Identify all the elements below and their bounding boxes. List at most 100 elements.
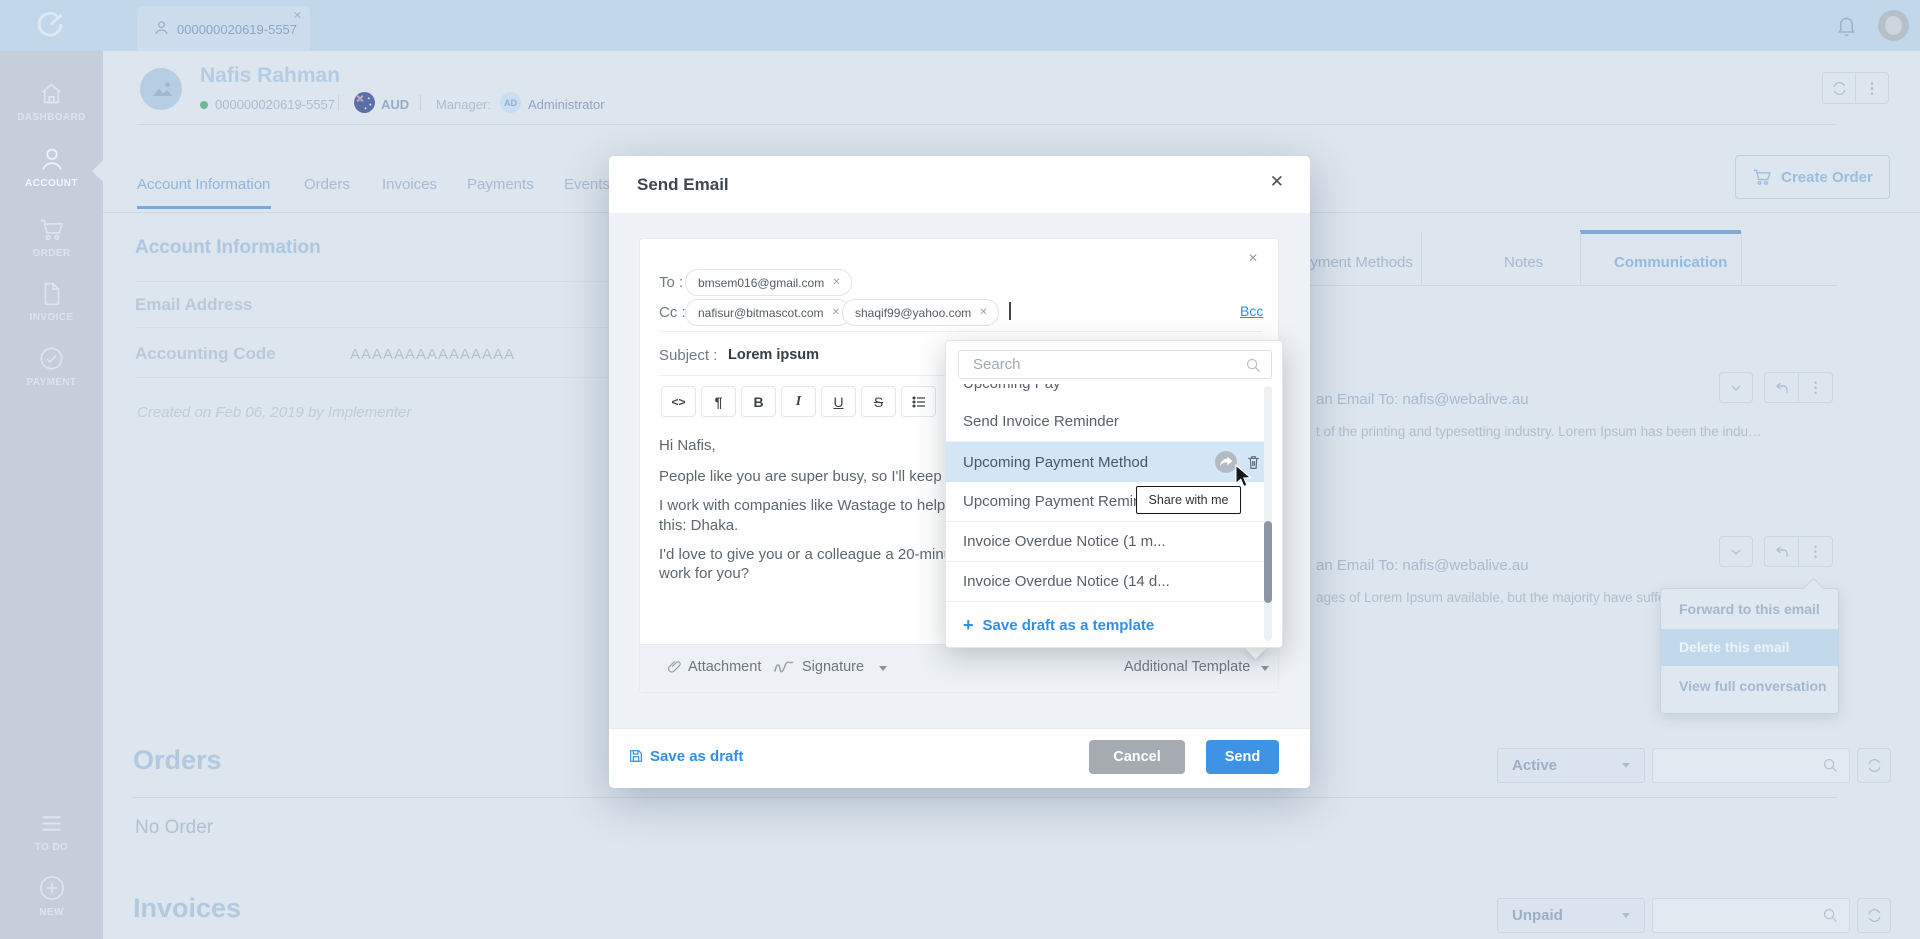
more-options-button[interactable]: ⋮: [1855, 72, 1889, 104]
body-line: this: Dhaka.: [659, 517, 738, 534]
search-icon: [1822, 757, 1839, 774]
attachment-button[interactable]: Attachment: [688, 659, 761, 675]
sidebar-item-new[interactable]: NEW: [0, 874, 103, 918]
compose-footer-bar: Attachment Signature Additional Template: [640, 644, 1278, 692]
reply-email-button[interactable]: [1764, 536, 1799, 567]
italic-button[interactable]: I: [781, 386, 816, 417]
accounting-code-label: Accounting Code: [135, 344, 276, 364]
menu-item-view-conversation[interactable]: View full conversation: [1661, 666, 1838, 706]
document-icon: [0, 281, 103, 307]
app-logo-icon[interactable]: [34, 8, 68, 42]
chevron-down-icon: [1622, 913, 1630, 918]
tab-close-icon[interactable]: ✕: [293, 9, 302, 22]
plus-icon: +: [963, 615, 974, 636]
signature-button[interactable]: Signature: [802, 659, 864, 675]
sidebar-item-label: INVOICE: [0, 312, 103, 323]
create-order-button[interactable]: Create Order: [1735, 155, 1890, 199]
active-right-tab-bar: [1580, 230, 1741, 234]
customer-avatar: [140, 68, 182, 110]
customer-name: Nafis Rahman: [200, 64, 340, 88]
bcc-link[interactable]: Bcc: [1240, 303, 1263, 319]
bold-button[interactable]: B: [741, 386, 776, 417]
email-item-title: an Email To: nafis@webalive.au: [1316, 391, 1529, 408]
email-body-editor[interactable]: Hi Nafis, People like you are super busy…: [640, 424, 976, 639]
sidebar-item-label: ORDER: [0, 248, 103, 259]
tab-events[interactable]: Events: [564, 176, 610, 193]
expand-email-button[interactable]: [1719, 372, 1753, 403]
code-view-button[interactable]: <>: [661, 386, 696, 417]
remove-recipient-icon[interactable]: ✕: [832, 307, 840, 318]
manager-label: Manager:: [436, 97, 491, 112]
paragraph-button[interactable]: ¶: [701, 386, 736, 417]
sidebar-item-dashboard[interactable]: DASHBOARD: [0, 80, 103, 123]
invoices-status-select[interactable]: Unpaid: [1497, 898, 1645, 933]
refresh-button[interactable]: [1822, 72, 1856, 104]
list-button[interactable]: [901, 386, 936, 417]
additional-template-button[interactable]: Additional Template: [1124, 659, 1250, 675]
expand-email-button[interactable]: [1719, 536, 1753, 567]
manager-badge: AD: [500, 92, 521, 113]
close-icon[interactable]: ✕: [1270, 172, 1284, 192]
email-context-menu: Forward to this email Delete this email …: [1660, 588, 1839, 714]
send-button[interactable]: Send: [1206, 740, 1279, 774]
chevron-down-icon: [1622, 763, 1630, 768]
sidebar-item-order[interactable]: ORDER: [0, 216, 103, 259]
sidebar-item-todo[interactable]: TO DO: [0, 810, 103, 853]
email-more-options-button[interactable]: ⋮: [1798, 372, 1833, 403]
recipient-chip: bmsem016@gmail.com ✕: [685, 269, 852, 296]
template-search-input[interactable]: [959, 351, 1271, 378]
template-item[interactable]: Invoice Overdue Notice (1 m...: [946, 522, 1264, 562]
sidebar-item-account[interactable]: ACCOUNT: [0, 145, 103, 189]
orders-status-select[interactable]: Active: [1497, 748, 1645, 783]
menu-item-delete[interactable]: Delete this email: [1661, 629, 1838, 666]
body-line: work for you?: [659, 565, 749, 582]
orders-refresh-button[interactable]: [1857, 748, 1891, 783]
chevron-down-icon: [1261, 666, 1269, 671]
recipient-email: bmsem016@gmail.com: [698, 276, 824, 290]
underline-button[interactable]: U: [821, 386, 856, 417]
template-item[interactable]: Send Invoice Reminder: [946, 402, 1264, 442]
dropdown-scrollbar-thumb[interactable]: [1264, 521, 1272, 603]
signature-icon: [773, 659, 795, 675]
created-note: Created on Feb 06, 2019 by Implementer: [137, 404, 411, 421]
sidebar-nav: DASHBOARD ACCOUNT ORDER INVOICE: [0, 51, 103, 939]
tab-invoices[interactable]: Invoices: [382, 176, 437, 193]
notifications-bell-icon[interactable]: [1835, 14, 1858, 38]
save-draft-as-template-action[interactable]: + Save draft as a template: [946, 604, 1264, 647]
divider: [659, 331, 1262, 332]
tab-payment-methods[interactable]: Payment Methods: [1292, 254, 1413, 271]
cc-chip: nafisur@bitmascot.com ✕: [685, 299, 851, 326]
home-icon: [0, 80, 103, 107]
email-more-options-button[interactable]: ⋮: [1798, 536, 1833, 567]
account-tab[interactable]: 000000020619-5557 ✕: [137, 6, 310, 51]
invoices-search-input[interactable]: [1652, 898, 1850, 933]
orders-search-input[interactable]: [1652, 748, 1850, 783]
tab-payments[interactable]: Payments: [467, 176, 534, 193]
divider: [1421, 232, 1422, 285]
sidebar-item-invoice[interactable]: INVOICE: [0, 281, 103, 323]
user-avatar[interactable]: [1878, 10, 1909, 41]
template-item[interactable]: Invoice Overdue Notice (14 d...: [946, 562, 1264, 602]
currency-code: AUD: [381, 97, 409, 112]
sidebar-item-payment[interactable]: PAYMENT: [0, 345, 103, 388]
remove-recipient-icon[interactable]: ✕: [832, 277, 840, 288]
sidebar-item-label: TO DO: [0, 842, 103, 853]
tab-orders[interactable]: Orders: [304, 176, 350, 193]
subject-value[interactable]: Lorem ipsum: [728, 347, 819, 363]
cancel-button[interactable]: Cancel: [1089, 740, 1185, 774]
tab-notes[interactable]: Notes: [1504, 254, 1543, 271]
divider: [1580, 232, 1581, 285]
template-item-clipped[interactable]: Upcoming Pay: [946, 384, 1264, 395]
aud-flag-icon: [354, 92, 375, 113]
save-as-draft-link[interactable]: Save as draft: [650, 748, 743, 765]
body-line: Hi Nafis,: [659, 437, 716, 454]
remove-recipient-icon[interactable]: ✕: [979, 307, 987, 318]
tab-account-information[interactable]: Account Information: [137, 176, 270, 193]
strikethrough-button[interactable]: S: [861, 386, 896, 417]
search-icon: [1245, 357, 1262, 374]
tab-communication[interactable]: Communication: [1614, 254, 1727, 271]
invoices-refresh-button[interactable]: [1857, 898, 1891, 933]
email-address-label: Email Address: [135, 295, 252, 315]
close-icon[interactable]: ✕: [1248, 251, 1258, 265]
reply-email-button[interactable]: [1764, 372, 1799, 403]
